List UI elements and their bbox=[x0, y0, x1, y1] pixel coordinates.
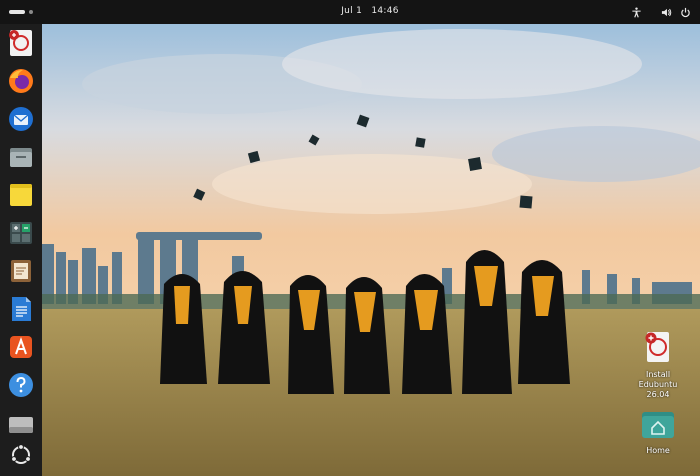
text-editor-icon[interactable] bbox=[7, 257, 35, 285]
desktop-icon-label: Home bbox=[646, 446, 670, 455]
desktop[interactable]: Install Edubuntu 26.04 Home bbox=[42, 24, 700, 476]
app-center-icon[interactable] bbox=[7, 333, 35, 361]
calculator-icon[interactable] bbox=[7, 219, 35, 247]
accessibility-icon[interactable] bbox=[631, 7, 642, 18]
notes-icon[interactable] bbox=[7, 181, 35, 209]
clock-date: Jul 1 bbox=[341, 6, 363, 16]
writer-icon[interactable] bbox=[7, 295, 35, 323]
dock bbox=[0, 24, 42, 476]
firefox-icon[interactable] bbox=[7, 67, 35, 95]
desktop-icon-label: Install Edubuntu 26.04 bbox=[638, 370, 678, 399]
drive-icon[interactable] bbox=[7, 411, 35, 439]
power-icon[interactable] bbox=[680, 7, 691, 18]
help-icon[interactable] bbox=[7, 371, 35, 399]
volume-icon[interactable] bbox=[661, 7, 672, 18]
thunderbird-icon[interactable] bbox=[7, 105, 35, 133]
desktop-icon-home[interactable]: Home bbox=[626, 410, 690, 456]
clock-time: 14:46 bbox=[371, 6, 399, 16]
desktop-icon-install-edubuntu[interactable]: Install Edubuntu 26.04 bbox=[626, 330, 690, 400]
top-bar: Jul 1 14:46 bbox=[0, 0, 700, 24]
wallpaper-graduation-image bbox=[42, 24, 700, 476]
ubuntu-logo-icon[interactable] bbox=[7, 441, 35, 469]
edubuntu-installer-icon bbox=[645, 332, 669, 362]
workspace-active-indicator bbox=[9, 10, 25, 14]
edubuntu-installer-icon[interactable] bbox=[7, 29, 35, 57]
home-folder-icon bbox=[642, 412, 674, 438]
activities-indicator[interactable] bbox=[9, 10, 37, 14]
files-icon[interactable] bbox=[7, 143, 35, 171]
workspace-indicator bbox=[29, 10, 33, 14]
clock-button[interactable]: Jul 1 14:46 bbox=[330, 6, 410, 16]
